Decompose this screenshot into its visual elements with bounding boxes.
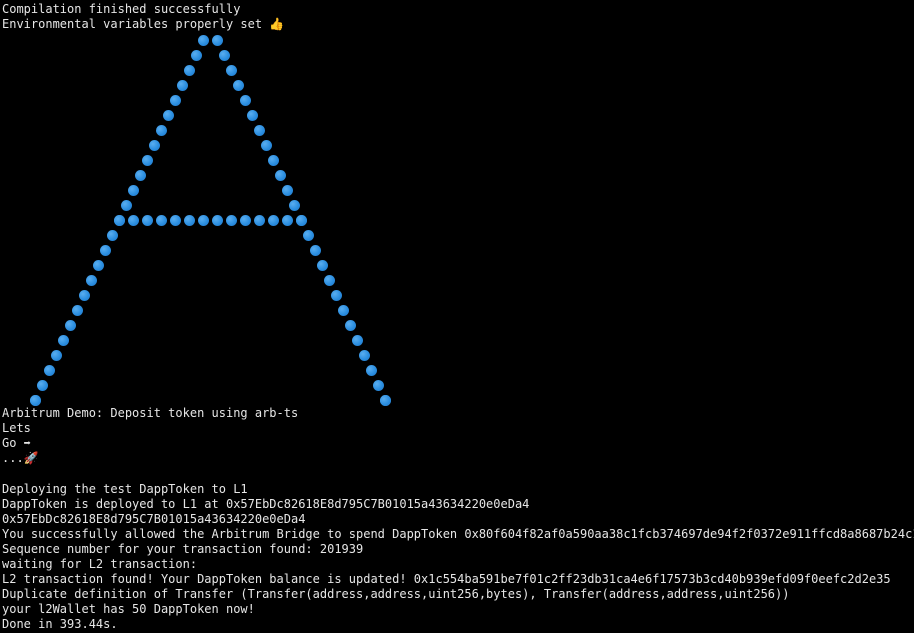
output-line: L2 transaction found! Your DappToken bal… xyxy=(2,572,891,586)
ascii-dot xyxy=(226,65,237,76)
ascii-dot xyxy=(135,170,146,181)
ascii-dot xyxy=(240,215,251,226)
ascii-dot xyxy=(128,215,139,226)
ascii-dot xyxy=(114,215,125,226)
ascii-dot xyxy=(268,155,279,166)
ascii-dot xyxy=(268,215,279,226)
ascii-dot xyxy=(380,395,391,406)
banner-rocket: ...🚀 xyxy=(2,451,39,465)
ascii-dot xyxy=(352,335,363,346)
ascii-dot xyxy=(219,50,230,61)
ascii-dot xyxy=(65,320,76,331)
output-line: Duplicate definition of Transfer (Transf… xyxy=(2,587,790,601)
ascii-dot xyxy=(79,290,90,301)
banner-lets: Lets xyxy=(2,421,31,435)
ascii-dot xyxy=(37,380,48,391)
ascii-dot xyxy=(107,230,118,241)
ascii-dot xyxy=(177,80,188,91)
ascii-dot xyxy=(156,215,167,226)
ascii-dot xyxy=(163,110,174,121)
output-line: Sequence number for your transaction fou… xyxy=(2,542,364,556)
output-line: Deploying the test DappToken to L1 xyxy=(2,482,248,496)
ascii-dot xyxy=(198,215,209,226)
output-line: your l2Wallet has 50 DappToken now! xyxy=(2,602,255,616)
ascii-dot xyxy=(51,350,62,361)
compile-status-line: Compilation finished successfully xyxy=(2,2,241,16)
ascii-dot xyxy=(226,215,237,226)
ascii-dot xyxy=(373,380,384,391)
ascii-dot xyxy=(338,305,349,316)
ascii-dot xyxy=(303,230,314,241)
ascii-dot xyxy=(282,215,293,226)
banner-title: Arbitrum Demo: Deposit token using arb-t… xyxy=(2,406,299,420)
ascii-dot xyxy=(121,200,132,211)
ascii-dot xyxy=(331,290,342,301)
ascii-dot xyxy=(170,215,181,226)
output-line: Done in 393.44s. xyxy=(2,617,118,631)
ascii-dot xyxy=(191,50,202,61)
ascii-dot xyxy=(86,275,97,286)
ascii-dot xyxy=(240,95,251,106)
ascii-dot xyxy=(317,260,328,271)
ascii-dot xyxy=(170,95,181,106)
ascii-dot xyxy=(149,140,160,151)
output-line: You successfully allowed the Arbitrum Br… xyxy=(2,527,914,541)
ascii-dot xyxy=(72,305,83,316)
ascii-dot xyxy=(184,65,195,76)
ascii-dot xyxy=(184,215,195,226)
ascii-dot xyxy=(156,125,167,136)
ascii-dot xyxy=(128,185,139,196)
ascii-dot xyxy=(142,215,153,226)
ascii-dot xyxy=(142,155,153,166)
ascii-dot xyxy=(233,80,244,91)
ascii-dot xyxy=(254,215,265,226)
ascii-dot xyxy=(212,35,223,46)
ascii-dot xyxy=(212,215,223,226)
ascii-dot xyxy=(359,350,370,361)
output-line: DappToken is deployed to L1 at 0x57EbDc8… xyxy=(2,497,530,511)
terminal-window[interactable]: Compilation finished successfully Enviro… xyxy=(0,0,914,633)
env-status-line: Environmental variables properly set 👍 xyxy=(2,17,285,31)
output-line: waiting for L2 transaction: xyxy=(2,557,198,571)
ascii-dot xyxy=(247,110,258,121)
ascii-dot xyxy=(310,245,321,256)
ascii-dot xyxy=(345,320,356,331)
ascii-dot xyxy=(100,245,111,256)
ascii-dot xyxy=(282,185,293,196)
ascii-dot xyxy=(324,275,335,286)
ascii-dot xyxy=(44,365,55,376)
output-line: 0x57EbDc82618E8d795C7B01015a43634220e0eD… xyxy=(2,512,306,526)
ascii-dot xyxy=(296,215,307,226)
banner-go: Go ➡ xyxy=(2,436,31,450)
ascii-dot xyxy=(366,365,377,376)
ascii-dot xyxy=(275,170,286,181)
ascii-dot xyxy=(30,395,41,406)
ascii-dot xyxy=(289,200,300,211)
ascii-dot xyxy=(198,35,209,46)
ascii-dot xyxy=(93,260,104,271)
ascii-dot xyxy=(261,140,272,151)
ascii-dot xyxy=(58,335,69,346)
ascii-dot xyxy=(254,125,265,136)
